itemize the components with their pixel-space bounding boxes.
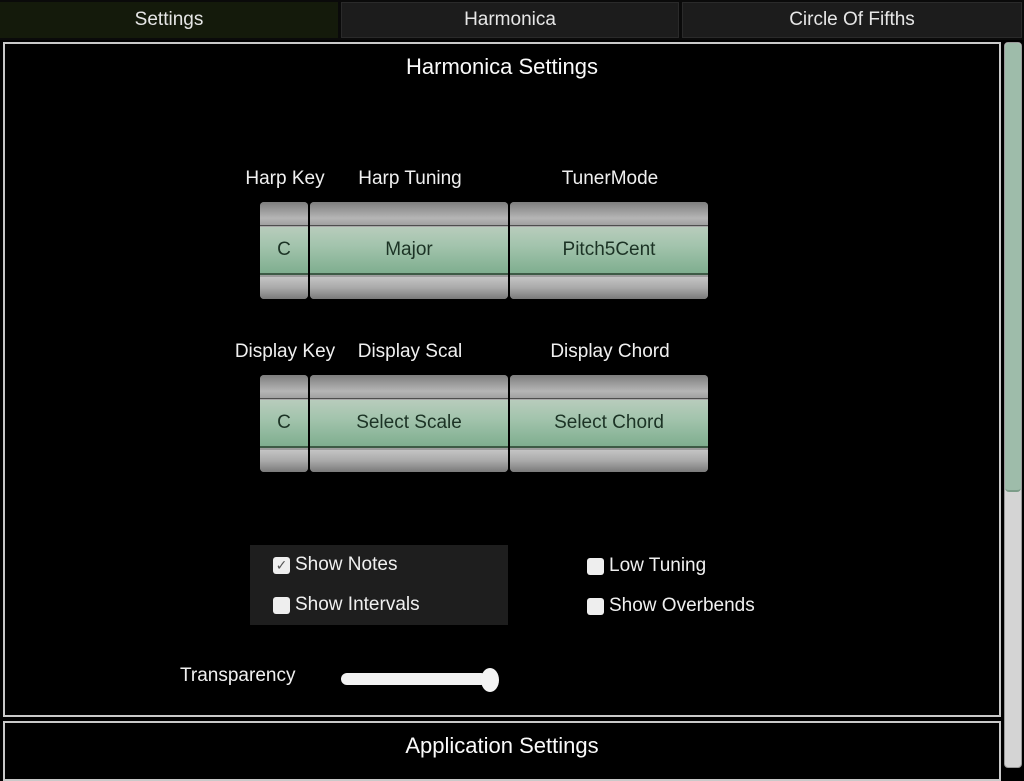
tuner-mode-label: TunerMode xyxy=(561,168,659,189)
picker-next[interactable] xyxy=(510,450,708,472)
display-chord-picker[interactable]: Select Chord xyxy=(510,375,708,472)
tuner-mode-picker[interactable]: Pitch5Cent xyxy=(510,202,708,299)
show-intervals-label: Show Intervals xyxy=(295,594,420,615)
harp-key-value: C xyxy=(260,227,308,275)
low-tuning-label: Low Tuning xyxy=(609,555,707,576)
harp-key-picker[interactable]: C xyxy=(260,202,308,299)
tab-circle-of-fifths[interactable]: Circle Of Fifths xyxy=(682,2,1022,38)
display-key-picker[interactable]: C xyxy=(260,375,308,472)
slider-track[interactable] xyxy=(341,673,487,685)
harp-tuning-picker[interactable]: Major xyxy=(310,202,508,299)
transparency-label: Transparency xyxy=(180,665,296,686)
tab-settings[interactable]: Settings xyxy=(0,2,338,38)
picker-prev[interactable] xyxy=(510,202,708,226)
picker-prev[interactable] xyxy=(260,202,308,226)
picker-next[interactable] xyxy=(310,277,508,299)
picker-next[interactable] xyxy=(260,450,308,472)
show-overbends-checkbox[interactable]: Show Overbends xyxy=(587,595,755,617)
picker-next[interactable] xyxy=(510,277,708,299)
tuner-mode-value: Pitch5Cent xyxy=(510,227,708,275)
show-overbends-label: Show Overbends xyxy=(609,595,755,616)
picker-next[interactable] xyxy=(260,277,308,299)
display-chord-value: Select Chord xyxy=(510,400,708,448)
checkbox-unchecked-icon[interactable] xyxy=(587,557,604,575)
checkbox-unchecked-icon[interactable] xyxy=(587,597,604,615)
harp-tuning-value: Major xyxy=(310,227,508,275)
display-scale-value: Select Scale xyxy=(310,400,508,448)
display-chord-label: Display Chord xyxy=(550,341,670,362)
transparency-slider[interactable] xyxy=(341,668,501,692)
checkbox-checked-icon[interactable]: ✓ xyxy=(273,556,290,574)
tab-harmonica[interactable]: Harmonica xyxy=(341,2,679,38)
show-notes-label: Show Notes xyxy=(295,554,398,575)
harmonica-settings-title: Harmonica Settings xyxy=(406,54,598,79)
display-key-value: C xyxy=(260,400,308,448)
scrollbar-thumb[interactable] xyxy=(1005,43,1021,492)
picker-prev[interactable] xyxy=(310,375,508,399)
picker-prev[interactable] xyxy=(310,202,508,226)
vertical-scrollbar[interactable] xyxy=(1004,42,1022,768)
display-scale-picker[interactable]: Select Scale xyxy=(310,375,508,472)
tab-bar: Settings Harmonica Circle Of Fifths xyxy=(0,0,1024,40)
picker-next[interactable] xyxy=(310,450,508,472)
show-intervals-checkbox[interactable]: Show Intervals xyxy=(273,594,420,616)
display-scale-label: Display Scal xyxy=(357,341,463,362)
harmonica-settings-panel: Harmonica Settings Harp Key Harp Tuning … xyxy=(3,42,1001,717)
picker-prev[interactable] xyxy=(260,375,308,399)
picker-prev[interactable] xyxy=(510,375,708,399)
slider-thumb[interactable] xyxy=(481,668,499,692)
checkbox-unchecked-icon[interactable] xyxy=(273,596,290,614)
application-settings-panel[interactable]: Application Settings xyxy=(3,721,1001,781)
show-notes-checkbox[interactable]: ✓ Show Notes xyxy=(273,554,397,576)
harp-tuning-label: Harp Tuning xyxy=(358,168,462,189)
application-settings-title: Application Settings xyxy=(405,733,599,758)
low-tuning-checkbox[interactable]: Low Tuning xyxy=(587,555,706,577)
